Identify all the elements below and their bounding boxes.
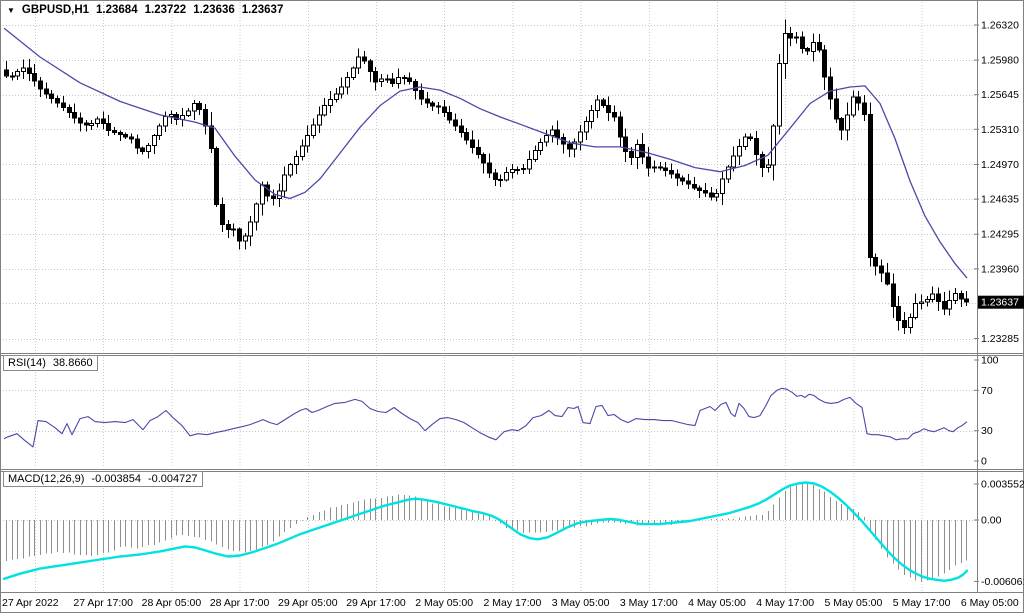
- svg-text:1.23285: 1.23285: [981, 333, 1019, 345]
- svg-text:1.24970: 1.24970: [981, 159, 1019, 171]
- rsi-value: 38.8660: [53, 356, 93, 370]
- svg-text:1.25645: 1.25645: [981, 89, 1019, 101]
- svg-text:2 May 05:00: 2 May 05:00: [415, 597, 473, 609]
- svg-text:27 Apr 2022: 27 Apr 2022: [2, 597, 59, 609]
- svg-text:1.26320: 1.26320: [981, 20, 1019, 32]
- macd-signal-value: -0.004727: [148, 472, 198, 486]
- svg-text:1.25980: 1.25980: [981, 55, 1019, 67]
- svg-text:27 Apr 17:00: 27 Apr 17:00: [73, 597, 133, 609]
- svg-text:4 May 17:00: 4 May 17:00: [756, 597, 814, 609]
- svg-text:4 May 05:00: 4 May 05:00: [688, 597, 746, 609]
- svg-text:1.24635: 1.24635: [981, 194, 1019, 206]
- chart-canvas[interactable]: 1.26320 1.25980 1.25645 1.25310 1.24970 1.246…: [0, 0, 1024, 613]
- rsi-indicator-label[interactable]: RSI(14) 38.8660: [3, 355, 98, 371]
- symbol-dropdown-icon[interactable]: ▼: [7, 6, 15, 15]
- svg-text:3 May 05:00: 3 May 05:00: [552, 597, 610, 609]
- svg-text:70: 70: [981, 385, 993, 397]
- current-price-tag: 1.23637: [978, 296, 1024, 309]
- svg-text:30: 30: [981, 425, 993, 437]
- rsi-name: RSI(14): [8, 356, 46, 370]
- svg-text:29 Apr 05:00: 29 Apr 05:00: [278, 597, 338, 609]
- time-axis[interactable]: 27 Apr 2022 27 Apr 17:00 28 Apr 05:00 28 Ap…: [2, 597, 1019, 609]
- svg-text:29 Apr 17:00: 29 Apr 17:00: [346, 597, 406, 609]
- svg-text:0.00: 0.00: [981, 515, 1002, 527]
- macd-name: MACD(12,26,9): [8, 472, 84, 486]
- svg-text:5 May 05:00: 5 May 05:00: [825, 597, 883, 609]
- svg-text:1.23637: 1.23637: [981, 297, 1019, 309]
- svg-text:0: 0: [981, 456, 987, 468]
- svg-text:28 Apr 05:00: 28 Apr 05:00: [142, 597, 202, 609]
- macd-indicator-label[interactable]: MACD(12,26,9) -0.003854 -0.004727: [3, 471, 203, 487]
- svg-text:-0.006061: -0.006061: [981, 576, 1024, 588]
- macd-main-value: -0.003854: [91, 472, 141, 486]
- svg-text:3 May 17:00: 3 May 17:00: [620, 597, 678, 609]
- svg-text:100: 100: [981, 355, 999, 367]
- svg-text:1.23960: 1.23960: [981, 263, 1019, 275]
- svg-text:1.25310: 1.25310: [981, 124, 1019, 136]
- svg-text:0.003552: 0.003552: [981, 479, 1024, 491]
- svg-text:6 May 05:00: 6 May 05:00: [961, 597, 1019, 609]
- svg-text:2 May 17:00: 2 May 17:00: [484, 597, 542, 609]
- svg-text:28 Apr 17:00: 28 Apr 17:00: [210, 597, 270, 609]
- svg-text:5 May 17:00: 5 May 17:00: [893, 597, 951, 609]
- trading-chart-window: 1.26320 1.25980 1.25645 1.25310 1.24970 1.246…: [0, 0, 1024, 613]
- svg-text:1.24295: 1.24295: [981, 229, 1019, 241]
